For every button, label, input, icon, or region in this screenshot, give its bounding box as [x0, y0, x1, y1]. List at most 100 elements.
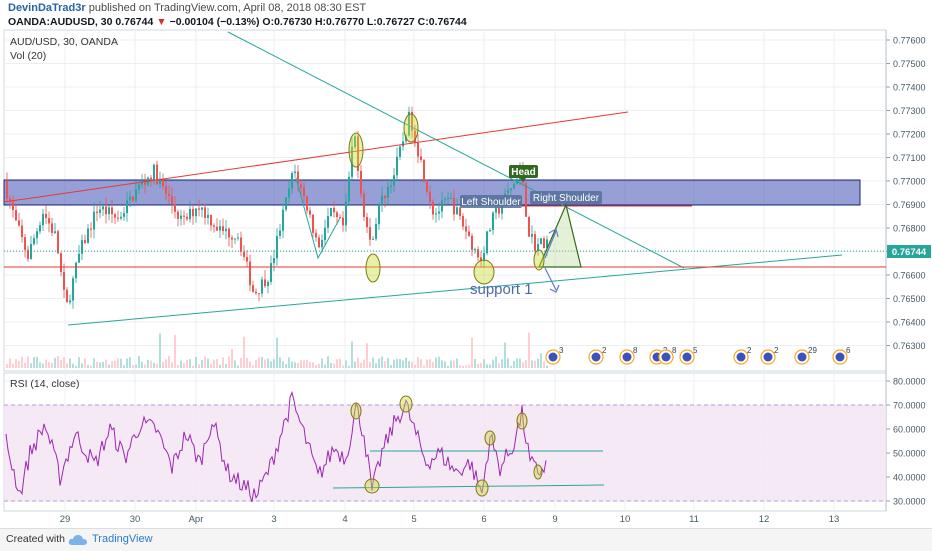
candle-body	[207, 215, 209, 218]
left-shoulder-label[interactable]: Left Shoulder	[461, 197, 521, 208]
volume-bar	[54, 357, 56, 368]
event-count: 2	[774, 346, 779, 355]
volume-bar	[315, 365, 317, 368]
volume-bar	[96, 362, 98, 368]
rsi-tick-label: 80.0000	[893, 377, 926, 387]
candle-body	[246, 256, 248, 262]
volume-bar	[366, 343, 368, 368]
volume-bar	[522, 362, 524, 368]
candle-body	[186, 216, 188, 220]
price-tick-label: 0.77000	[893, 177, 926, 187]
candle-body	[471, 235, 473, 250]
candle-body	[330, 207, 332, 217]
volume-bar	[171, 362, 173, 368]
flag-center-icon	[682, 352, 692, 362]
volume-bar	[72, 363, 74, 368]
candle-body	[120, 216, 122, 219]
price-tick-label: 0.76300	[893, 341, 926, 351]
volume-bar	[48, 362, 50, 368]
volume-bar	[84, 358, 86, 368]
candle-body	[294, 171, 296, 174]
volume-bar	[186, 360, 188, 368]
volume-bar	[45, 359, 47, 368]
volume-bar	[492, 359, 494, 368]
volume-bar	[174, 335, 176, 368]
arrow-down-line[interactable]	[544, 267, 557, 291]
volume-bar	[258, 357, 260, 368]
price-tick-label: 0.77100	[893, 153, 926, 163]
candle-body	[384, 195, 386, 199]
volume-legend[interactable]: Vol (20)	[10, 50, 46, 62]
candle-body	[420, 156, 422, 161]
rsi-legend[interactable]: RSI (14, close)	[10, 378, 79, 390]
right-shoulder-label[interactable]: Right Shoulder	[533, 193, 600, 204]
price-legend[interactable]: AUD/USD, 30, OANDA	[10, 36, 118, 48]
volume-bar	[462, 365, 464, 368]
event-count: 2	[747, 346, 752, 355]
head-label[interactable]: Head	[511, 167, 535, 178]
volume-bar	[231, 348, 233, 368]
candle-body	[69, 300, 71, 303]
candle-body	[396, 156, 398, 176]
candle-body	[243, 251, 245, 257]
volume-bar	[333, 363, 335, 368]
tradingview-brand[interactable]: TradingView	[92, 533, 153, 545]
candle-body	[189, 208, 191, 220]
event-count: 6	[846, 346, 851, 355]
volume-bar	[207, 358, 209, 368]
volume-bar	[537, 358, 539, 368]
candle-body	[513, 184, 515, 189]
volume-bar	[360, 362, 362, 368]
candle-body	[366, 216, 368, 228]
volume-bar	[378, 358, 380, 368]
candle-body	[168, 193, 170, 196]
descending-trendline[interactable]	[227, 31, 685, 269]
volume-bar	[480, 363, 482, 368]
candle-body	[96, 211, 98, 213]
volume-bar	[111, 361, 113, 368]
candle-body	[417, 142, 419, 157]
candle-body	[87, 228, 89, 244]
volume-bar	[219, 364, 221, 368]
candle-body	[375, 224, 377, 239]
candle-body	[285, 197, 287, 210]
volume-bar	[57, 356, 59, 368]
volume-bar	[201, 360, 203, 368]
candle-body	[108, 207, 110, 215]
candle-body	[90, 228, 92, 230]
support-trendline[interactable]	[67, 254, 843, 326]
volume-bar	[198, 364, 200, 368]
volume-bar	[339, 358, 341, 368]
candle-body	[426, 181, 428, 192]
candle-body	[312, 214, 314, 233]
chart-svg[interactable]: 29 30 Apr 3 4 5 6 9 10 11 12 13 0.77600 0.77500 0.774…	[0, 0, 932, 528]
candle-body	[183, 215, 185, 217]
candle-body	[345, 201, 347, 226]
candle-body	[54, 231, 56, 233]
volume-bar	[147, 359, 149, 368]
volume-bar	[477, 364, 479, 368]
candle-body	[213, 225, 215, 227]
candle-body	[177, 211, 179, 219]
flag-center-icon	[548, 352, 558, 362]
volume-bar	[342, 365, 344, 368]
candle-body	[78, 253, 80, 263]
candle-body	[6, 181, 8, 199]
volume-bar	[531, 360, 533, 368]
candle-body	[447, 198, 449, 200]
volume-bar	[513, 361, 515, 368]
candle-body	[378, 204, 380, 225]
support-label[interactable]: support 1	[470, 281, 533, 298]
highlight-ellipse	[365, 253, 381, 283]
candle-body	[123, 213, 125, 217]
economic-events[interactable]: 32828522296	[545, 346, 851, 365]
volume-bar	[21, 356, 23, 368]
candle-body	[255, 291, 257, 294]
volume-bar	[9, 358, 11, 368]
flag-center-icon	[661, 352, 671, 362]
candle-body	[138, 184, 140, 190]
volume-bar	[105, 359, 107, 368]
candle-body	[435, 213, 437, 215]
volume-bar	[429, 359, 431, 368]
volume-bar	[411, 361, 413, 368]
